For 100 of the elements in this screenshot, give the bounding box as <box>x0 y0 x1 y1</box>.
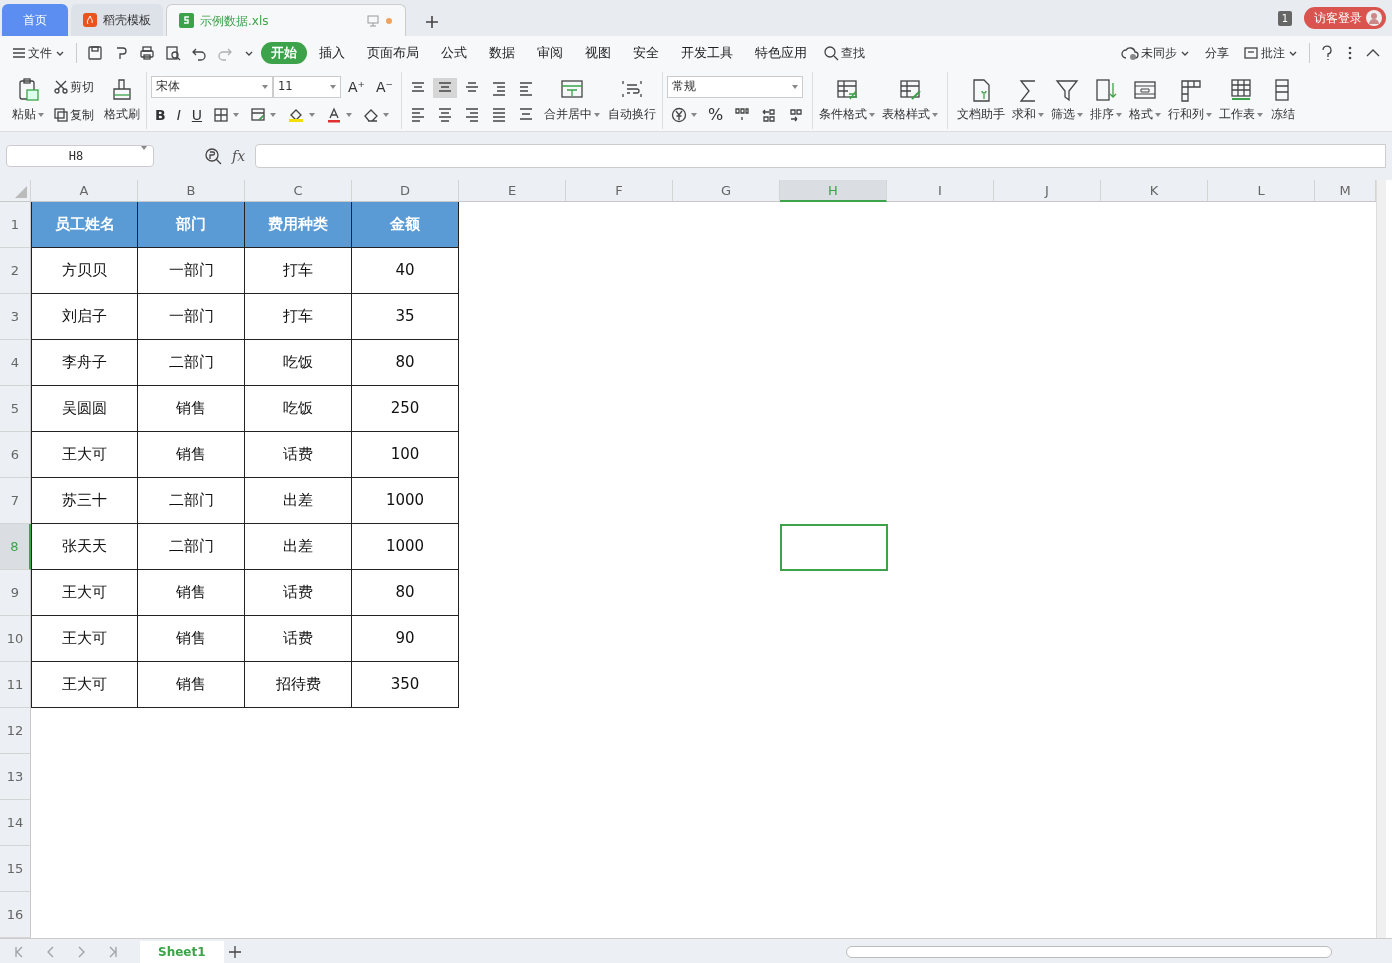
row-number[interactable]: 7 <box>0 478 31 524</box>
caret-icon <box>383 112 390 117</box>
ribbon-tab[interactable]: 插入 <box>309 41 355 65</box>
column-header[interactable]: C <box>245 180 352 202</box>
comment-button[interactable]: 批注 <box>1239 42 1303 64</box>
ribbon-tab[interactable]: 审阅 <box>527 41 573 65</box>
decimal-icon <box>761 106 778 123</box>
table-cell: 1000 <box>352 524 459 570</box>
table-cell: 话费 <box>245 616 352 662</box>
table-cell: 王大可 <box>31 616 138 662</box>
format-painter-button[interactable]: 格式刷 <box>102 77 142 124</box>
number-format-select[interactable]: 常规 <box>666 75 803 98</box>
ribbon-button[interactable]: 筛选 <box>1049 77 1086 124</box>
row-number[interactable]: 4 <box>0 340 31 386</box>
vertical-scrollbar[interactable] <box>1376 180 1386 938</box>
horizontal-scrollbar[interactable] <box>846 945 1332 958</box>
ribbon-button[interactable]: 冻结 <box>1268 77 1299 124</box>
ribbon-button[interactable]: 行和列 <box>1166 77 1215 124</box>
text-style-button[interactable]: I <box>172 103 185 126</box>
search-button[interactable]: 查找 <box>819 42 869 64</box>
wrap-text-button[interactable]: 自动换行 <box>605 77 658 124</box>
login-button[interactable]: 访客登录 <box>1304 7 1386 29</box>
window-count[interactable]: 1 <box>1277 10 1292 26</box>
table-cell: 350 <box>352 662 459 708</box>
file-menu[interactable]: 文件 <box>8 42 70 64</box>
column-header[interactable]: E <box>459 180 566 202</box>
ribbon-button[interactable]: 工作表 <box>1217 77 1266 124</box>
row-number[interactable]: 10 <box>0 616 31 662</box>
function-label[interactable]: fx <box>232 145 246 167</box>
ribbon-tab[interactable]: 特色应用 <box>745 41 817 65</box>
font-size-select[interactable]: 11 <box>273 75 341 98</box>
sync-button[interactable]: 未同步 <box>1117 42 1195 64</box>
ribbon-button[interactable]: 排序 <box>1088 77 1125 124</box>
name-box[interactable]: H8 <box>6 145 154 167</box>
row-number[interactable]: 5 <box>0 386 31 432</box>
row-number[interactable]: 16 <box>0 892 31 938</box>
caret-icon <box>141 146 147 150</box>
row-number[interactable]: 2 <box>0 248 31 294</box>
copy-button[interactable]: 复制 <box>50 103 98 126</box>
table-cell: 35 <box>352 294 459 340</box>
column-header[interactable]: G <box>673 180 780 202</box>
row-number[interactable]: 14 <box>0 800 31 846</box>
text-style-button[interactable]: B <box>151 103 170 126</box>
font-size-button[interactable]: A⁺ <box>344 75 369 98</box>
column-header[interactable]: D <box>352 180 459 202</box>
table-cell: 销售 <box>138 432 245 478</box>
row-number[interactable]: 1 <box>0 202 31 248</box>
caret-icon <box>309 112 316 117</box>
percent-button[interactable]: % <box>703 103 728 126</box>
selected-cell[interactable] <box>780 524 888 571</box>
formula-input[interactable] <box>255 144 1386 168</box>
ribbon-tab[interactable]: 公式 <box>431 41 477 65</box>
ribbon-button[interactable]: 表格样式 <box>880 77 941 124</box>
table-cell: 刘启子 <box>31 294 138 340</box>
column-header[interactable]: K <box>1101 180 1208 202</box>
ribbon-button[interactable]: 文档助手 <box>955 77 1008 124</box>
column-header[interactable]: L <box>1208 180 1315 202</box>
align-button[interactable] <box>432 77 457 98</box>
flame-icon <box>83 13 97 27</box>
header-cell: 员工姓名 <box>31 202 138 248</box>
chevron-icon <box>45 944 56 959</box>
ribbon-tab[interactable]: 数据 <box>479 41 525 65</box>
row-number[interactable]: 15 <box>0 846 31 892</box>
help-icon <box>1320 45 1334 61</box>
text-style-button[interactable]: U <box>187 103 207 126</box>
paste-button[interactable]: 粘贴 <box>10 77 46 124</box>
cut-button[interactable]: 剪切 <box>50 75 98 98</box>
table-cell: 打车 <box>245 294 352 340</box>
align-lines-icon <box>517 105 534 122</box>
row-number[interactable]: 12 <box>0 708 31 754</box>
row-number[interactable]: 13 <box>0 754 31 800</box>
column-header[interactable]: A <box>31 180 138 202</box>
caret-icon <box>262 84 268 89</box>
merge-center-button[interactable]: 合并居中 <box>541 77 602 124</box>
caret-icon <box>346 112 353 117</box>
column-header[interactable]: J <box>994 180 1101 202</box>
ribbon-button[interactable]: 条件格式 <box>817 77 878 124</box>
row-number[interactable]: 3 <box>0 294 31 340</box>
table-cell: 二部门 <box>138 478 245 524</box>
ribbon-tab[interactable]: 页面布局 <box>357 41 429 65</box>
font-select[interactable]: 宋体 <box>151 75 273 98</box>
document-tab[interactable]: 稻壳模板 <box>71 4 163 36</box>
row-number[interactable]: 6 <box>0 432 31 478</box>
column-header[interactable]: B <box>138 180 245 202</box>
caret-icon <box>270 112 277 117</box>
ribbon-tab[interactable]: 视图 <box>575 41 621 65</box>
ribbon-tab[interactable]: 开发工具 <box>671 41 743 65</box>
row-number[interactable]: 9 <box>0 570 31 616</box>
column-header[interactable]: M <box>1315 180 1376 202</box>
ribbon-tab[interactable]: 安全 <box>623 41 669 65</box>
table-cell: 话费 <box>245 570 352 616</box>
table-cell: 王大可 <box>31 570 138 616</box>
ribbon-button[interactable]: 求和 <box>1010 77 1047 124</box>
font-size-button[interactable]: A⁻ <box>371 75 397 98</box>
ribbon-button[interactable]: 格式 <box>1127 77 1164 124</box>
table-cell: 一部门 <box>138 294 245 340</box>
share-button[interactable]: 分享 <box>1201 42 1233 64</box>
row-number[interactable]: 11 <box>0 662 31 708</box>
column-header[interactable]: F <box>566 180 673 202</box>
column-header[interactable]: I <box>887 180 994 202</box>
